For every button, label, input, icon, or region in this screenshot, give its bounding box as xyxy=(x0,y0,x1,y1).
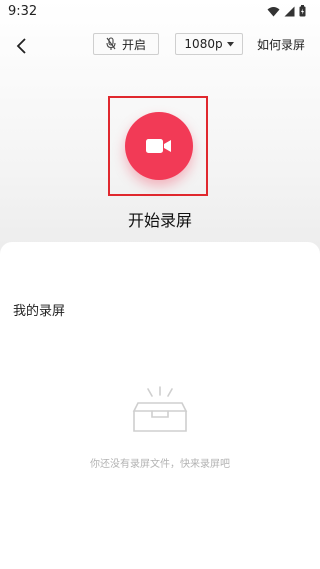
chevron-down-icon xyxy=(226,41,234,46)
empty-box-icon xyxy=(132,386,188,432)
my-recordings-panel: 我的录屏 你还没有录屏文件，快来录屏吧 xyxy=(0,242,320,569)
start-recording-button[interactable] xyxy=(125,112,193,180)
back-arrow-icon xyxy=(16,38,26,54)
top-bar: 开启 1080p 如何录屏 xyxy=(0,30,320,60)
microphone-toggle-button[interactable]: 开启 xyxy=(93,33,159,55)
wifi-icon xyxy=(267,6,280,16)
start-recording-label: 开始录屏 xyxy=(127,211,192,230)
mic-icon xyxy=(106,37,116,50)
how-to-record-link[interactable]: 如何录屏 xyxy=(257,36,305,53)
resolution-value: 1080p xyxy=(184,37,223,51)
my-recordings-title: 我的录屏 xyxy=(13,304,66,319)
status-icons xyxy=(267,5,306,17)
status-bar: 9:32 xyxy=(0,0,320,24)
video-camera-icon xyxy=(146,139,171,153)
empty-state-text: 你还没有录屏文件，快来录屏吧 xyxy=(90,459,230,470)
back-button[interactable] xyxy=(10,34,34,58)
resolution-select[interactable]: 1080p xyxy=(175,33,243,55)
battery-icon xyxy=(299,5,306,17)
mic-toggle-label: 开启 xyxy=(121,37,146,52)
status-time: 9:32 xyxy=(8,4,38,19)
signal-icon xyxy=(284,6,295,16)
